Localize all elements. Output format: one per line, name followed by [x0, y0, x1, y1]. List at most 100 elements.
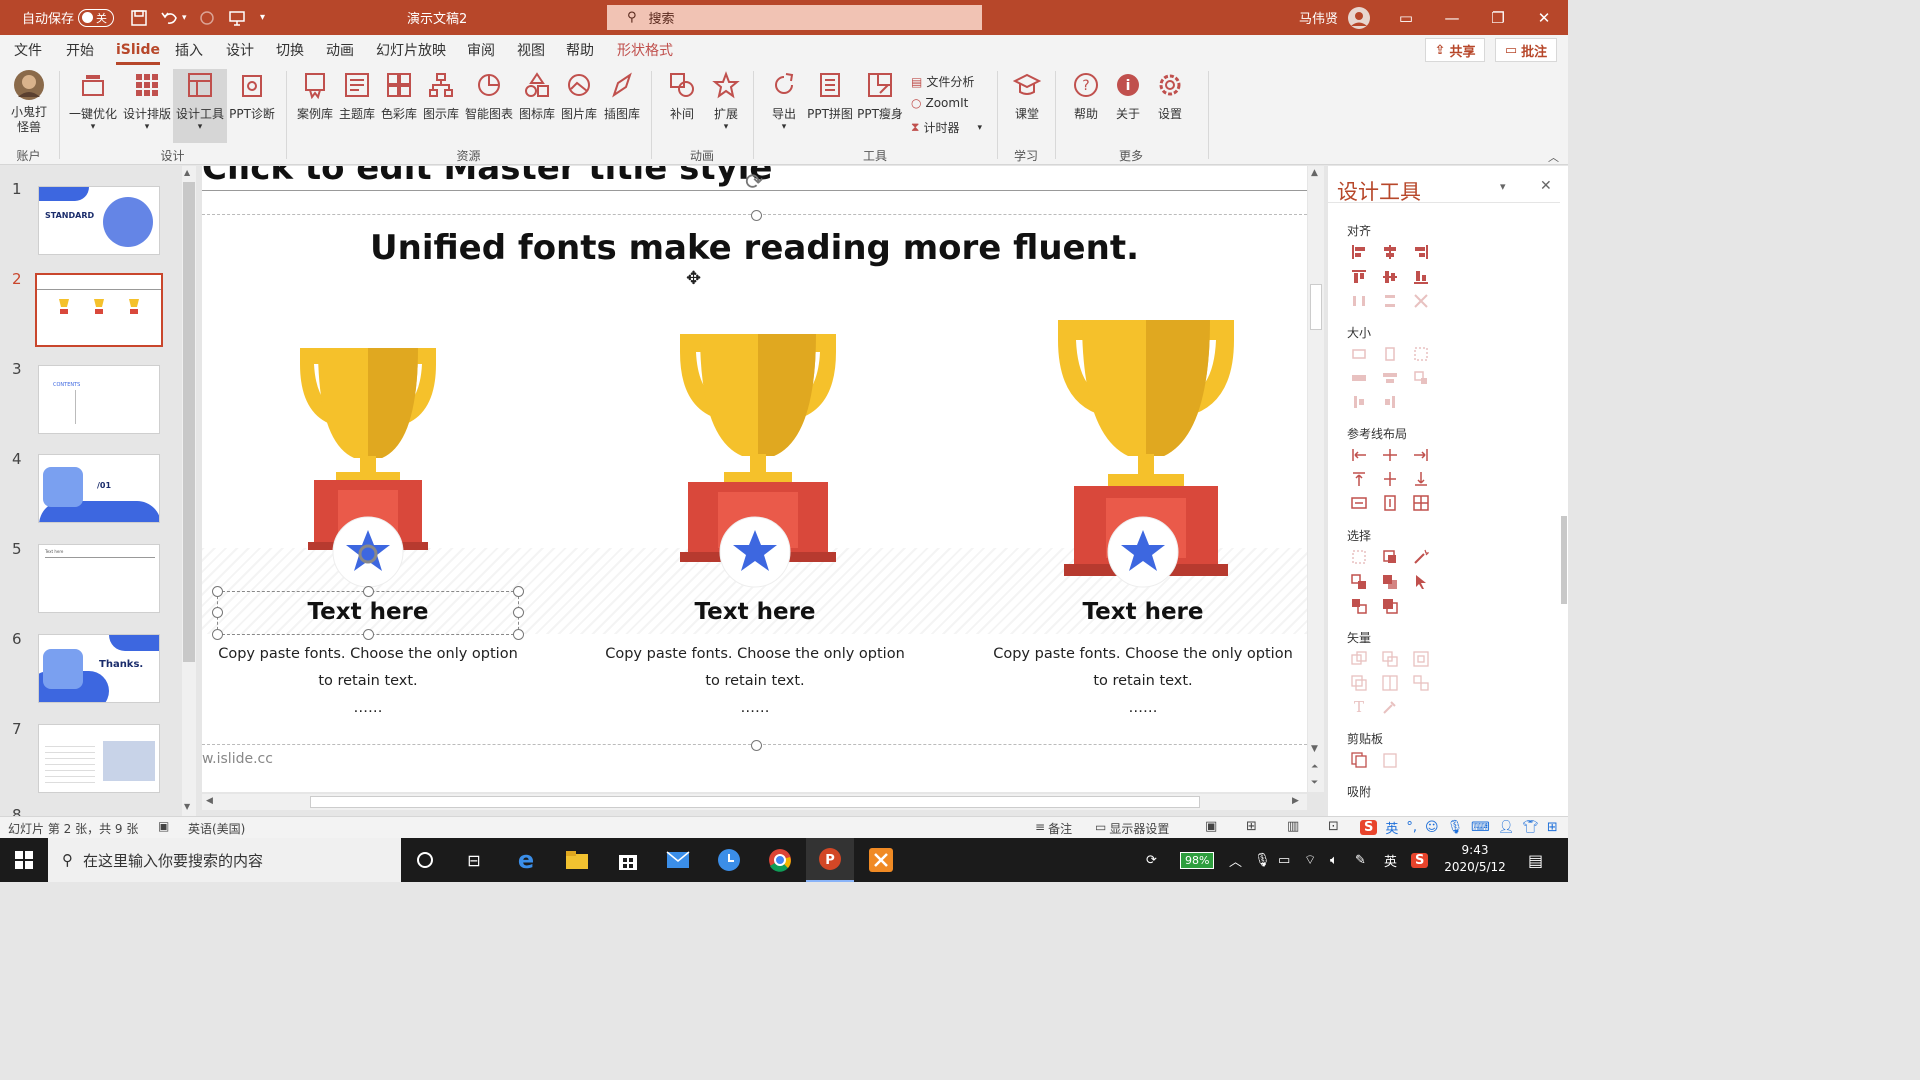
- scroll-down-icon[interactable]: ▼: [184, 802, 190, 811]
- settings-button[interactable]: 设置: [1148, 69, 1192, 122]
- scroll-left-icon[interactable]: ◀: [206, 796, 213, 806]
- tab-help[interactable]: 帮助: [566, 35, 594, 65]
- scroll-thumb[interactable]: [183, 182, 195, 662]
- design-tools-button[interactable]: 设计工具 ▾: [173, 69, 227, 143]
- resize-handle[interactable]: [363, 629, 374, 640]
- align-bottom-icon[interactable]: [1413, 269, 1429, 285]
- tween-button[interactable]: 补间: [660, 69, 704, 122]
- select-overlap-icon[interactable]: [1382, 574, 1398, 590]
- tab-insert[interactable]: 插入: [175, 35, 203, 65]
- scroll-thumb[interactable]: [1561, 516, 1567, 604]
- sync-icon[interactable]: ⟳: [1146, 838, 1157, 882]
- file-analysis-button[interactable]: ▤ 文件分析: [911, 73, 974, 90]
- tab-islide[interactable]: iSlide: [116, 35, 160, 65]
- show-hidden-icons[interactable]: ︿: [1229, 838, 1242, 882]
- scroll-up-icon[interactable]: ▲: [184, 168, 190, 177]
- notifications-icon[interactable]: ▤: [1528, 838, 1543, 882]
- customize-qat-icon[interactable]: ▾: [260, 0, 265, 35]
- tab-view[interactable]: 视图: [517, 35, 545, 65]
- mail-icon[interactable]: [654, 838, 702, 882]
- pen-icon[interactable]: ✎: [1355, 838, 1366, 882]
- column-2-desc[interactable]: Copy paste fonts. Choose the only option…: [575, 641, 935, 722]
- volume-icon[interactable]: 🔈︎: [1330, 838, 1338, 882]
- language-indicator[interactable]: 英语(美国): [188, 820, 245, 837]
- pane-close-icon[interactable]: ✕: [1540, 178, 1552, 194]
- tab-transitions[interactable]: 切换: [276, 35, 304, 65]
- select-behind-icon[interactable]: [1382, 598, 1398, 614]
- pane-options-icon[interactable]: ▾: [1500, 180, 1506, 193]
- ime-toolbar[interactable]: S 英 °, ☺ 🎙︎ ⌨ 👤︎ 👕︎ ⊞: [1360, 815, 1568, 839]
- battery-indicator[interactable]: 98%: [1180, 838, 1215, 882]
- resize-handle[interactable]: [363, 586, 374, 597]
- column-1-desc[interactable]: Copy paste fonts. Choose the only option…: [202, 641, 548, 722]
- help-button[interactable]: ? 帮助: [1064, 69, 1108, 122]
- classroom-button[interactable]: 课堂: [1005, 69, 1049, 122]
- tab-review[interactable]: 审阅: [467, 35, 495, 65]
- illustration-library-button[interactable]: 插图库: [600, 69, 644, 122]
- scroll-down-icon[interactable]: ▼: [1311, 744, 1318, 754]
- tab-design[interactable]: 设计: [226, 35, 254, 65]
- about-button[interactable]: i 关于: [1106, 69, 1150, 122]
- select-group-icon[interactable]: [1351, 574, 1367, 590]
- ppt-slim-button[interactable]: PPT瘦身: [855, 69, 905, 122]
- image-library-button[interactable]: 图片库: [558, 69, 600, 122]
- tab-home[interactable]: 开始: [66, 35, 94, 65]
- reading-view-icon[interactable]: ▥: [1287, 819, 1299, 834]
- clock[interactable]: 9:43 2020/5/12: [1440, 842, 1510, 876]
- scroll-right-icon[interactable]: ▶: [1292, 796, 1299, 806]
- close-icon[interactable]: ✕: [1521, 0, 1567, 35]
- undo-dropdown-icon[interactable]: ▾: [182, 0, 187, 35]
- guide-center-icon[interactable]: [1382, 447, 1398, 463]
- canvas-horizontal-scrollbar[interactable]: ◀ ▶: [202, 794, 1307, 810]
- slideshow-icon[interactable]: ⊡: [1328, 819, 1339, 834]
- slide-thumbnail-1[interactable]: STANDARD: [38, 186, 160, 255]
- comment-button[interactable]: ▭ 批注: [1495, 38, 1557, 62]
- extend-button[interactable]: 扩展 ▾: [704, 69, 748, 132]
- theme-library-button[interactable]: 主题库: [336, 69, 378, 122]
- resize-handle[interactable]: [751, 210, 762, 221]
- column-3-title[interactable]: Text here: [963, 599, 1307, 625]
- select-similar-icon[interactable]: [1382, 549, 1398, 565]
- smart-chart-button[interactable]: 智能图表: [462, 69, 516, 122]
- save-icon[interactable]: [130, 0, 148, 35]
- scroll-thumb[interactable]: [1310, 284, 1322, 330]
- guide-bottom-icon[interactable]: [1413, 471, 1429, 487]
- thumbnail-scrollbar[interactable]: ▲ ▼: [182, 166, 196, 816]
- icon-library-button[interactable]: 图标库: [516, 69, 558, 122]
- export-button[interactable]: 导出 ▾: [762, 69, 806, 132]
- guide-rows-icon[interactable]: [1382, 495, 1398, 511]
- next-slide-icon[interactable]: ⏷: [1311, 778, 1318, 788]
- color-library-button[interactable]: 色彩库: [378, 69, 420, 122]
- previous-slide-icon[interactable]: ⏶: [1311, 762, 1318, 772]
- present-icon[interactable]: [228, 0, 246, 35]
- notes-button[interactable]: ≡ 备注: [1035, 820, 1072, 837]
- tab-file[interactable]: 文件: [14, 35, 42, 65]
- align-top-icon[interactable]: [1351, 269, 1367, 285]
- slide-canvas[interactable]: Click to edit Master title style ⟳ Unifi…: [202, 166, 1307, 792]
- align-middle-icon[interactable]: [1382, 269, 1398, 285]
- ime-indicator[interactable]: 英: [1384, 838, 1397, 882]
- ppt-collage-button[interactable]: PPT拼图: [806, 69, 854, 122]
- powerpoint-icon[interactable]: P: [806, 838, 854, 882]
- slide-thumbnail-5[interactable]: Text here: [38, 544, 160, 613]
- column-2-title[interactable]: Text here: [575, 599, 935, 625]
- chrome-icon[interactable]: [756, 838, 804, 882]
- column-3-desc[interactable]: Copy paste fonts. Choose the only option…: [963, 641, 1307, 722]
- avatar[interactable]: [1347, 0, 1371, 35]
- resize-handle[interactable]: [212, 586, 223, 597]
- guide-grid-icon[interactable]: [1413, 495, 1429, 511]
- ppt-diagnose-button[interactable]: PPT诊断: [227, 69, 277, 122]
- cortana-icon[interactable]: [401, 838, 449, 882]
- slide-sorter-icon[interactable]: ⊞: [1246, 819, 1257, 834]
- case-library-button[interactable]: 案例库: [294, 69, 336, 122]
- rotate-handle-icon[interactable]: ⟳: [745, 170, 763, 195]
- account-button[interactable]: 小鬼打怪兽: [6, 69, 52, 135]
- normal-view-icon[interactable]: ▣: [1205, 819, 1217, 834]
- collapse-ribbon-icon[interactable]: ︿: [1548, 149, 1559, 165]
- sogou-tray-icon[interactable]: S: [1411, 838, 1429, 882]
- windows-start-icon[interactable]: [0, 838, 48, 882]
- microphone-tray-icon[interactable]: 🎙︎: [1254, 838, 1271, 882]
- accessibility-icon[interactable]: ▣: [158, 819, 169, 833]
- taskbar-search-box[interactable]: ⚲ 在这里输入你要搜索的内容: [48, 838, 401, 882]
- clock-app-icon[interactable]: [705, 838, 753, 882]
